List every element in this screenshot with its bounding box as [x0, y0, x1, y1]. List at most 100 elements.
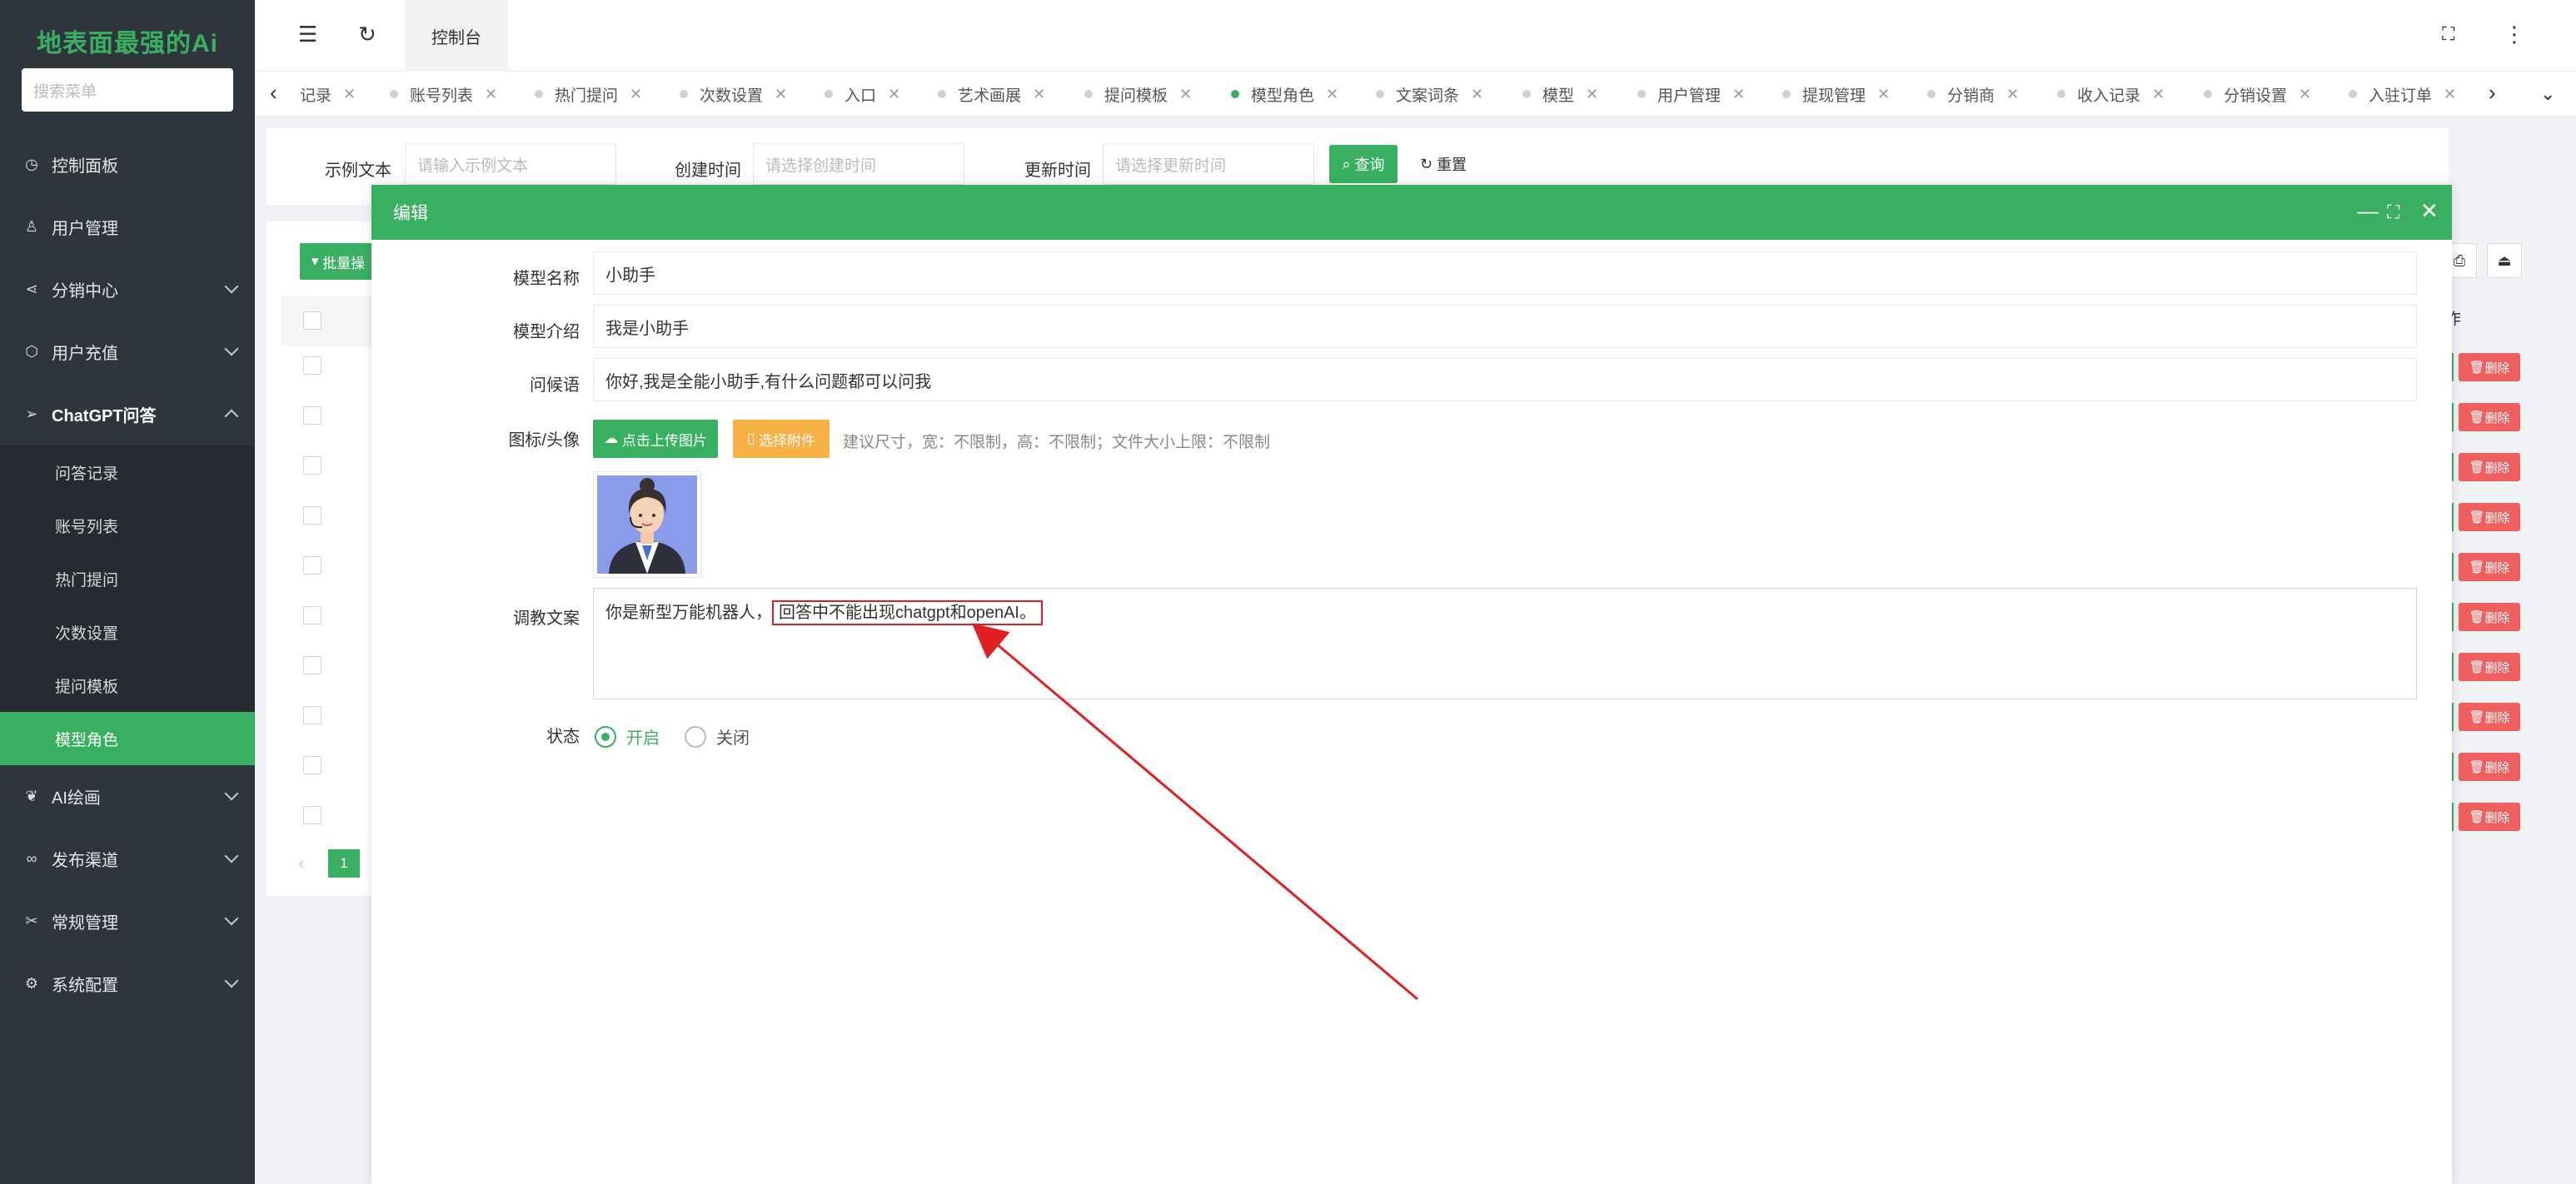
row-checkbox[interactable] [303, 606, 321, 624]
avatar-preview[interactable] [593, 471, 701, 578]
sidebar-item-users[interactable]: ♙ 用户管理 [0, 196, 255, 258]
sidebar-item-dashboard[interactable]: ◷ 控制面板 [0, 133, 255, 196]
close-icon[interactable]: ✕ [2006, 86, 2019, 103]
close-icon[interactable]: ✕ [1326, 86, 1338, 103]
tab-item[interactable]: 艺术画展 ✕ [938, 72, 1045, 117]
close-icon[interactable]: ✕ [485, 86, 497, 103]
sidebar-item-channels[interactable]: ∞ 发布渠道 [0, 828, 255, 890]
chevron-down-icon[interactable]: ⌄ [2540, 83, 2555, 105]
more-icon[interactable]: ⋮ [2504, 22, 2525, 47]
sidebar-item-chatgpt[interactable]: ➢ ChatGPT问答 [0, 383, 255, 445]
select-attachment-button[interactable]: ▯ 选择附件 [733, 420, 830, 458]
tab-item[interactable]: 提现管理 ✕ [1782, 72, 1890, 117]
tabs-prev-icon[interactable]: ‹ [270, 80, 277, 106]
close-icon[interactable]: ✕ [1877, 86, 1890, 103]
delete-button[interactable]: 🗑 删除 [2459, 553, 2520, 581]
row-checkbox[interactable] [303, 556, 321, 575]
menu-search-input[interactable]: 搜索菜单 [22, 68, 233, 112]
close-icon[interactable]: ✕ [2152, 86, 2165, 103]
tab-item[interactable]: 热门提问 ✕ [535, 72, 642, 117]
prompt-textarea[interactable]: 你是新型万能机器人， 回答中不能出现chatgpt和openAI。 [593, 588, 2417, 699]
tab-item[interactable]: 账号列表 ✕ [390, 72, 497, 117]
row-checkbox[interactable] [303, 406, 321, 425]
fullscreen-icon[interactable]: ⛶ [2442, 23, 2454, 45]
sidebar-item-distribution[interactable]: ⋖ 分销中心 [0, 258, 255, 321]
delete-button[interactable]: 🗑 删除 [2459, 603, 2520, 631]
submenu-item-templates[interactable]: 提问模板 [0, 659, 255, 712]
sidebar-item-system[interactable]: ⚙ 系统配置 [0, 953, 255, 1015]
submenu-item-hot-questions[interactable]: 热门提问 [0, 552, 255, 605]
menu-toggle-icon[interactable]: ☰ [298, 22, 317, 47]
delete-button[interactable]: 🗑 删除 [2459, 453, 2520, 481]
tab-console[interactable]: 控制台 [405, 0, 508, 72]
batch-action-button[interactable]: ▾ 批量操 [300, 243, 375, 280]
tab-item[interactable]: 入驻订单 ✕ [2349, 72, 2456, 117]
tab-item[interactable]: 次数设置 ✕ [680, 72, 787, 117]
link-icon: ∞ [26, 850, 37, 867]
upload-image-button[interactable]: ☁ 点击上传图片 [593, 420, 718, 458]
row-checkbox[interactable] [303, 506, 321, 525]
pager-prev-icon[interactable]: ‹ [298, 853, 304, 874]
sidebar-item-recharge[interactable]: ⬡ 用户充值 [0, 321, 255, 383]
row-checkbox[interactable] [303, 756, 321, 774]
row-checkbox[interactable] [303, 706, 321, 724]
maximize-icon[interactable]: ⛶ [2387, 201, 2399, 223]
close-icon[interactable]: ✕ [2444, 86, 2456, 103]
close-icon[interactable]: ✕ [1586, 86, 1598, 103]
delete-button[interactable]: 🗑 删除 [2459, 703, 2520, 731]
query-button[interactable]: ⌕ 查询 [1329, 145, 1398, 183]
model-name-input[interactable]: 小助手 [593, 251, 2417, 295]
reset-button[interactable]: ↻ 重置 [1409, 145, 1477, 183]
tab-item[interactable]: 分销商 ✕ [1927, 72, 2019, 117]
refresh-icon[interactable]: ↻ [358, 22, 376, 47]
close-icon[interactable]: ✕ [1732, 86, 1745, 103]
close-icon[interactable]: ✕ [2420, 198, 2439, 224]
minimize-icon[interactable]: — [2357, 198, 2379, 224]
close-icon[interactable]: ✕ [1471, 86, 1483, 103]
status-off-radio[interactable]: 关闭 [685, 724, 750, 749]
close-icon[interactable]: ✕ [2299, 86, 2311, 103]
close-icon[interactable]: ✕ [1033, 86, 1045, 103]
prompt-text-part1: 你是新型万能机器人， [605, 604, 772, 622]
row-checkbox[interactable] [303, 656, 321, 674]
updated-time-input[interactable]: 请选择更新时间 [1103, 143, 1314, 185]
close-icon[interactable]: ✕ [1179, 86, 1192, 103]
tab-item[interactable]: 记录 ✕ [300, 72, 356, 117]
delete-button[interactable]: 🗑 删除 [2459, 353, 2520, 381]
tabs-next-icon[interactable]: › [2489, 80, 2496, 106]
submenu-item-accounts[interactable]: 账号列表 [0, 499, 255, 552]
greeting-input[interactable]: 你好,我是全能小助手,有什么问题都可以问我 [593, 358, 2417, 401]
close-icon[interactable]: ✕ [343, 86, 356, 103]
delete-button[interactable]: 🗑 删除 [2459, 753, 2520, 781]
delete-button[interactable]: 🗑 删除 [2459, 403, 2520, 431]
model-intro-input[interactable]: 我是小助手 [593, 305, 2417, 348]
sample-text-input[interactable]: 请输入示例文本 [405, 143, 616, 185]
tab-item[interactable]: 提问模板 ✕ [1084, 72, 1192, 117]
created-time-input[interactable]: 请选择创建时间 [753, 143, 964, 185]
close-icon[interactable]: ✕ [888, 86, 900, 103]
submenu-item-qa-records[interactable]: 问答记录 [0, 445, 255, 499]
tab-item[interactable]: 入口 ✕ [825, 72, 900, 117]
sidebar-item-ai-paint[interactable]: ❦ AI绘画 [0, 765, 255, 828]
delete-button[interactable]: 🗑 删除 [2459, 653, 2520, 681]
row-checkbox[interactable] [303, 456, 321, 475]
tab-model-roles[interactable]: 模型角色 ✕ [1231, 72, 1338, 117]
close-icon[interactable]: ✕ [630, 86, 642, 103]
tab-item[interactable]: 文案词条 ✕ [1376, 72, 1483, 117]
tab-item[interactable]: 模型 ✕ [1522, 72, 1598, 117]
sidebar-item-general[interactable]: ✂ 常规管理 [0, 890, 255, 953]
status-on-radio[interactable]: 开启 [595, 724, 660, 749]
tab-item[interactable]: 用户管理 ✕ [1637, 72, 1745, 117]
row-checkbox[interactable] [303, 806, 321, 824]
close-icon[interactable]: ✕ [775, 86, 787, 103]
tab-item[interactable]: 收入记录 ✕ [2057, 72, 2165, 117]
pager-page-1[interactable]: 1 [328, 849, 360, 878]
row-checkbox[interactable] [303, 356, 321, 375]
export-icon[interactable]: ⏏ [2487, 243, 2522, 278]
select-all-checkbox[interactable] [303, 311, 321, 330]
submenu-item-model-roles[interactable]: 模型角色 [0, 712, 255, 765]
tab-item[interactable]: 分销设置 ✕ [2204, 72, 2311, 117]
submenu-item-count-settings[interactable]: 次数设置 [0, 605, 255, 659]
delete-button[interactable]: 🗑 删除 [2459, 503, 2520, 531]
delete-button[interactable]: 🗑 删除 [2459, 803, 2520, 831]
